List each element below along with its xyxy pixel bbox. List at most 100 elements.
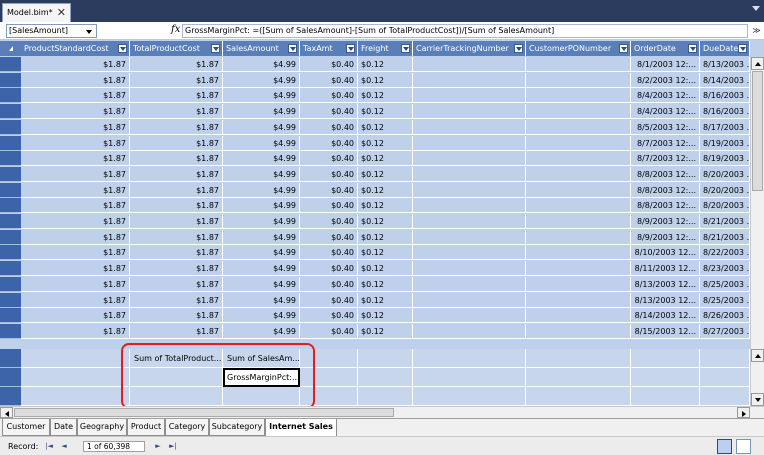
table-cell[interactable]: 8/4/2003 12:... bbox=[631, 88, 700, 103]
table-cell[interactable]: 8/8/2003 12:... bbox=[631, 183, 700, 198]
table-cell[interactable]: 8/16/2003 ... bbox=[700, 104, 750, 119]
table-cell[interactable]: $1.87 bbox=[21, 104, 130, 119]
table-cell[interactable]: $0.12 bbox=[358, 57, 413, 72]
table-cell[interactable]: 8/8/2003 12:... bbox=[631, 167, 700, 182]
measure-cell[interactable] bbox=[413, 349, 526, 368]
scroll-left-button[interactable] bbox=[0, 407, 13, 418]
table-cell[interactable]: $0.12 bbox=[358, 293, 413, 308]
table-cell[interactable]: 8/21/2003 ... bbox=[700, 230, 750, 245]
table-cell[interactable]: $1.87 bbox=[21, 324, 130, 339]
table-cell[interactable] bbox=[413, 167, 526, 182]
table-cell[interactable] bbox=[413, 88, 526, 103]
table-cell[interactable]: $0.12 bbox=[358, 167, 413, 182]
row-selector[interactable] bbox=[0, 230, 21, 245]
table-cell[interactable]: 8/26/2003 ... bbox=[700, 308, 750, 323]
measure-vertical-scrollbar[interactable] bbox=[750, 349, 764, 407]
tab-dropdown-icon[interactable] bbox=[752, 6, 760, 11]
table-cell[interactable] bbox=[526, 230, 631, 245]
table-cell[interactable]: 8/11/2003 12... bbox=[631, 261, 700, 276]
table-cell[interactable] bbox=[413, 198, 526, 213]
table-cell[interactable]: 8/4/2003 12:... bbox=[631, 104, 700, 119]
table-cell[interactable] bbox=[413, 57, 526, 72]
table-cell[interactable]: $0.40 bbox=[300, 151, 358, 166]
table-cell[interactable]: $1.87 bbox=[21, 230, 130, 245]
table-cell[interactable]: $0.40 bbox=[300, 214, 358, 229]
formula-input[interactable]: GrossMarginPct: =([Sum of SalesAmount]-[… bbox=[182, 24, 748, 38]
table-cell[interactable] bbox=[526, 261, 631, 276]
table-cell[interactable]: $0.40 bbox=[300, 73, 358, 88]
table-cell[interactable]: $4.99 bbox=[223, 73, 300, 88]
scroll-up-button[interactable] bbox=[751, 57, 764, 70]
table-cell[interactable]: $1.87 bbox=[21, 214, 130, 229]
table-cell[interactable]: $0.40 bbox=[300, 198, 358, 213]
table-cell[interactable]: 8/14/2003 ... bbox=[700, 73, 750, 88]
table-cell[interactable]: 8/8/2003 12:... bbox=[631, 198, 700, 213]
table-cell[interactable]: 8/25/2003 ... bbox=[700, 293, 750, 308]
table-cell[interactable]: $1.87 bbox=[130, 245, 223, 260]
expand-formula-icon[interactable]: ≫ bbox=[752, 26, 761, 36]
table-cell[interactable]: $0.12 bbox=[358, 120, 413, 135]
previous-record-button[interactable]: ◄ bbox=[59, 441, 69, 451]
table-cell[interactable]: $1.87 bbox=[130, 104, 223, 119]
measure-cell[interactable] bbox=[358, 387, 413, 406]
row-selector[interactable] bbox=[0, 88, 21, 103]
table-cell[interactable]: $1.87 bbox=[130, 57, 223, 72]
table-cell[interactable]: $1.87 bbox=[130, 136, 223, 151]
table-cell[interactable]: 8/1/2003 12:... bbox=[631, 57, 700, 72]
table-cell[interactable] bbox=[413, 151, 526, 166]
table-cell[interactable]: $0.12 bbox=[358, 136, 413, 151]
row-selector[interactable] bbox=[0, 136, 21, 151]
table-cell[interactable]: 8/9/2003 12:... bbox=[631, 230, 700, 245]
filter-dropdown-icon[interactable] bbox=[514, 44, 523, 53]
table-cell[interactable]: $4.99 bbox=[223, 214, 300, 229]
table-cell[interactable]: $0.40 bbox=[300, 324, 358, 339]
table-cell[interactable] bbox=[413, 293, 526, 308]
document-tab[interactable]: Model.bim* ✕ bbox=[2, 3, 71, 22]
measure-cell[interactable] bbox=[358, 349, 413, 368]
row-selector[interactable] bbox=[0, 73, 21, 88]
table-cell[interactable]: $1.87 bbox=[130, 167, 223, 182]
table-cell[interactable]: $0.40 bbox=[300, 88, 358, 103]
table-cell[interactable]: $4.99 bbox=[223, 136, 300, 151]
table-cell[interactable]: $1.87 bbox=[130, 198, 223, 213]
vertical-scroll-thumb[interactable] bbox=[752, 71, 763, 191]
table-cell[interactable]: $4.99 bbox=[223, 293, 300, 308]
table-cell[interactable]: $1.87 bbox=[130, 277, 223, 292]
measure-cell[interactable] bbox=[631, 349, 700, 368]
row-selector[interactable] bbox=[0, 151, 21, 166]
table-cell[interactable]: 8/19/2003 ... bbox=[700, 151, 750, 166]
table-cell[interactable]: $4.99 bbox=[223, 57, 300, 72]
table-cell[interactable]: $1.87 bbox=[21, 57, 130, 72]
table-cell[interactable]: $1.87 bbox=[21, 308, 130, 323]
table-cell[interactable]: $1.87 bbox=[21, 120, 130, 135]
next-record-button[interactable]: ► bbox=[153, 441, 163, 451]
table-cell[interactable]: 8/2/2003 12:... bbox=[631, 73, 700, 88]
measure-cell[interactable] bbox=[631, 368, 700, 387]
table-cell[interactable]: $1.87 bbox=[21, 277, 130, 292]
table-cell[interactable]: 8/14/2003 12... bbox=[631, 308, 700, 323]
table-cell[interactable]: $0.12 bbox=[358, 183, 413, 198]
table-cell[interactable] bbox=[526, 183, 631, 198]
table-cell[interactable]: 8/19/2003 ... bbox=[700, 136, 750, 151]
row-selector[interactable] bbox=[0, 277, 21, 292]
table-cell[interactable]: $1.87 bbox=[130, 230, 223, 245]
sheet-tab[interactable]: Category bbox=[165, 419, 209, 436]
table-cell[interactable]: $0.40 bbox=[300, 57, 358, 72]
measure-row-selector[interactable] bbox=[0, 387, 21, 406]
table-cell[interactable]: 8/13/2003 12... bbox=[631, 277, 700, 292]
table-cell[interactable] bbox=[526, 57, 631, 72]
table-cell[interactable]: $0.12 bbox=[358, 245, 413, 260]
table-cell[interactable] bbox=[526, 136, 631, 151]
column-header[interactable]: SalesAmount bbox=[223, 41, 300, 56]
table-cell[interactable] bbox=[526, 104, 631, 119]
table-cell[interactable]: 8/7/2003 12:... bbox=[631, 151, 700, 166]
sheet-tab[interactable]: Subcategory bbox=[209, 419, 265, 436]
table-cell[interactable]: 8/5/2003 12:... bbox=[631, 120, 700, 135]
last-record-button[interactable]: ►| bbox=[168, 441, 178, 451]
table-cell[interactable] bbox=[413, 104, 526, 119]
vertical-scrollbar[interactable] bbox=[750, 57, 764, 387]
filter-dropdown-icon[interactable] bbox=[288, 44, 297, 53]
table-cell[interactable]: $0.40 bbox=[300, 277, 358, 292]
table-cell[interactable]: $0.12 bbox=[358, 230, 413, 245]
table-cell[interactable]: $0.40 bbox=[300, 261, 358, 276]
